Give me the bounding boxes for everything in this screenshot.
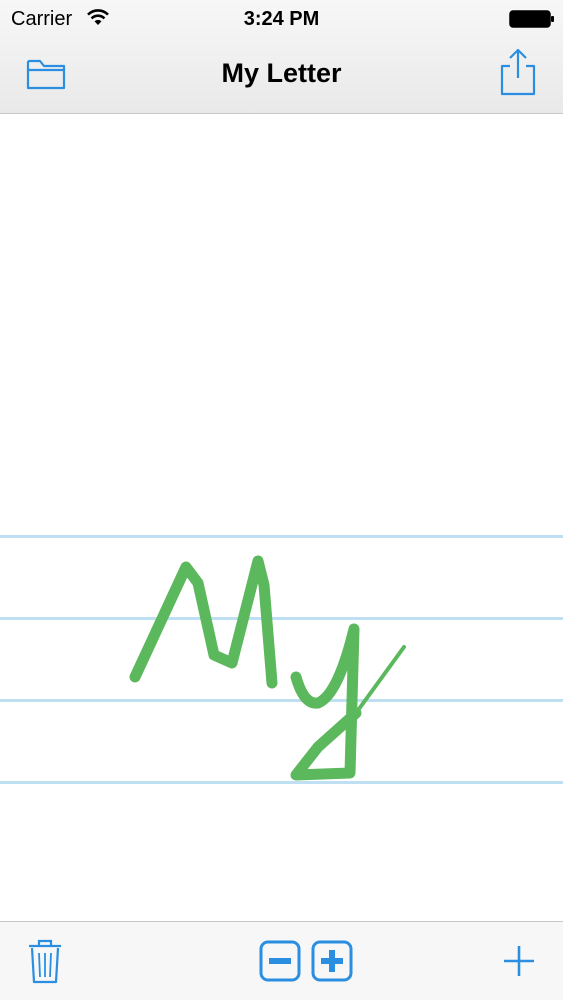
zoom-out-icon xyxy=(259,940,301,982)
battery-icon xyxy=(509,10,554,28)
drawing-canvas[interactable] xyxy=(0,115,563,921)
share-icon xyxy=(500,48,536,96)
share-button[interactable] xyxy=(496,46,540,98)
status-time: 3:24 PM xyxy=(243,8,320,30)
plus-icon xyxy=(504,946,534,976)
handwriting-ink xyxy=(129,555,406,781)
status-bar: Carrier 3:24 PM xyxy=(0,0,563,38)
zoom-out-button[interactable] xyxy=(259,940,301,982)
zoom-in-button[interactable] xyxy=(311,940,353,982)
delete-button[interactable] xyxy=(24,936,66,986)
top-chrome: Carrier 3:24 PM My Letter xyxy=(0,0,563,114)
page-title: My Letter xyxy=(221,58,342,88)
bottom-toolbar xyxy=(0,921,563,1000)
zoom-in-icon xyxy=(311,940,353,982)
nav-bar: My Letter xyxy=(0,38,563,114)
trash-icon xyxy=(29,939,61,984)
add-button[interactable] xyxy=(500,942,538,980)
